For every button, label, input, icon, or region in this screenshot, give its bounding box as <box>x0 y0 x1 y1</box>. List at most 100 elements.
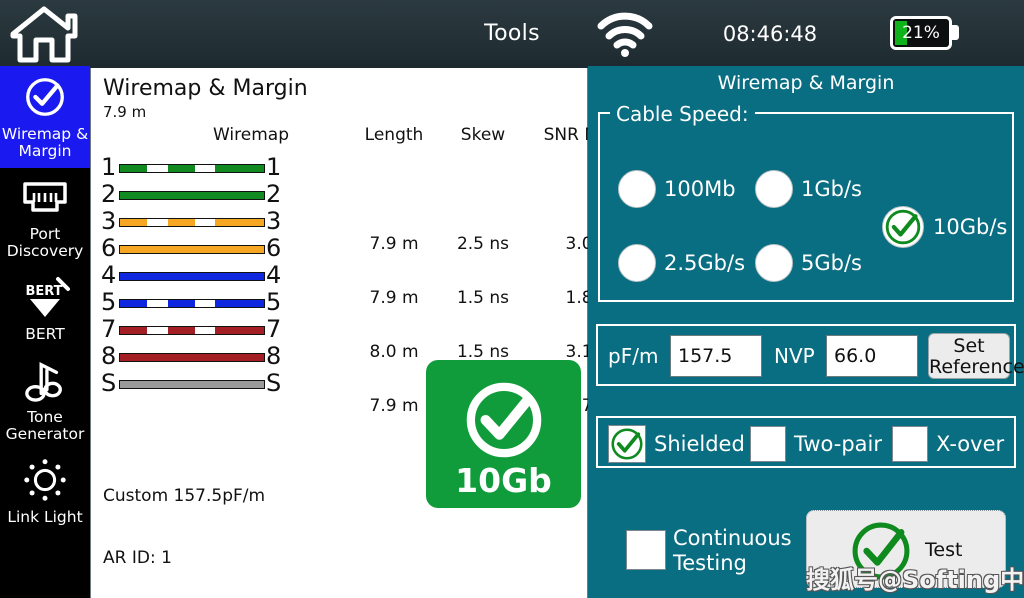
custom-capacitance-label: Custom 157.5pF/m <box>103 486 266 506</box>
wire-segment <box>167 300 195 307</box>
wire-bar <box>119 272 265 281</box>
radio-1gbs[interactable] <box>755 170 793 208</box>
measurement-length: 8.0 m <box>369 342 419 362</box>
wire-segment <box>194 165 216 172</box>
clock: 08:46:48 <box>722 22 818 46</box>
radio-label-2-5gbs: 2.5Gb/s <box>664 251 746 275</box>
column-header-skew: Skew <box>460 125 506 145</box>
wire-number-right: 2 <box>266 180 282 208</box>
wire-number-right: S <box>266 369 282 397</box>
wire-number-right: 8 <box>266 342 282 370</box>
wire-segment <box>120 273 264 280</box>
watermark: 搜狐号@Softing中国 <box>806 566 1024 594</box>
checkbox-label-shielded: Shielded <box>654 432 745 456</box>
measurement-skew: 1.5 ns <box>456 288 510 308</box>
ar-id-label: AR ID: 1 <box>103 548 172 568</box>
wire-bar <box>119 191 265 200</box>
wire-number-left: 3 <box>101 207 117 235</box>
wire-number-left: 6 <box>101 234 117 262</box>
wiremap-panel: Wiremap & Margin 7.9 m Wiremap Length Sk… <box>90 68 642 598</box>
battery-label: 21% <box>902 23 940 43</box>
wire-number-left: 8 <box>101 342 117 370</box>
wiremap-row: 77 <box>91 315 589 345</box>
wire-bar <box>119 380 265 389</box>
sidebar-item-link-light[interactable]: Link Light <box>0 451 90 534</box>
wire-segment <box>120 165 148 172</box>
sidebar-item-port-discovery[interactable]: Port Discovery <box>0 168 90 268</box>
settings-panel: Wiremap & Margin Cable Speed: 100Mb 1Gb/… <box>588 68 1024 598</box>
column-header-length: Length <box>364 125 424 145</box>
sidebar-item-wiremap-margin[interactable]: Wiremap & Margin <box>0 68 90 168</box>
wire-segment <box>120 354 264 361</box>
measurement-length: 7.9 m <box>369 288 419 308</box>
wire-segment <box>120 327 148 334</box>
wire-segment <box>120 381 264 388</box>
ethernet-port-icon <box>0 168 90 226</box>
wire-number-right: 3 <box>266 207 282 235</box>
nvp-field[interactable]: 66.0 <box>826 335 918 377</box>
check-circle-icon <box>0 68 90 126</box>
check-circle-icon <box>611 428 643 460</box>
wire-number-right: 4 <box>266 261 282 289</box>
wire-number-left: 5 <box>101 288 117 316</box>
wiremap-subtitle: 7.9 m <box>103 103 147 121</box>
radio-5gbs[interactable] <box>755 244 793 282</box>
checkbox-x-over[interactable] <box>892 426 928 462</box>
wiremap-row: 11 <box>91 153 589 183</box>
wire-segment <box>120 246 264 253</box>
sidebar-item-tone-generator[interactable]: Tone Generator <box>0 351 90 451</box>
wiremap-row: 33 <box>91 207 589 237</box>
check-circle-icon <box>885 209 921 245</box>
pfm-field[interactable]: 157.5 <box>670 335 762 377</box>
cable-speed-legend: Cable Speed: <box>610 102 755 126</box>
wiremap-row: 44 <box>91 261 589 291</box>
wiremap-row: 22 <box>91 180 589 210</box>
wire-segment <box>194 300 216 307</box>
sidebar-item-label: Tone Generator <box>5 408 85 443</box>
pfm-label: pF/m <box>608 344 659 368</box>
checkbox-label-continuous-testing: Continuous Testing <box>673 526 792 575</box>
reference-group: pF/m 157.5 NVP 66.0 Set Reference <box>596 324 1024 386</box>
wire-number-left: 4 <box>101 261 117 289</box>
wire-segment <box>167 219 195 226</box>
wire-segment <box>215 165 264 172</box>
wire-segment <box>194 219 216 226</box>
wiremap-title: Wiremap & Margin <box>103 76 308 101</box>
wire-segment <box>120 192 264 199</box>
sidebar-item-label: BERT <box>25 325 65 343</box>
checkbox-two-pair[interactable] <box>750 426 786 462</box>
radio-label-5gbs: 5Gb/s <box>801 251 862 275</box>
wire-segment <box>194 327 216 334</box>
measurement-length: 7.9 m <box>369 234 419 254</box>
radio-label-1gbs: 1Gb/s <box>801 177 862 201</box>
music-note-icon <box>0 351 90 409</box>
settings-panel-title: Wiremap & Margin <box>717 72 895 94</box>
radio-label-10gbs: 10Gb/s <box>933 215 1008 239</box>
wire-bar <box>119 299 265 308</box>
nvp-label: NVP <box>774 344 815 368</box>
checkbox-continuous-testing[interactable] <box>626 530 666 570</box>
cable-speed-group: Cable Speed: 100Mb 1Gb/s 2.5Gb/s 5Gb/s 1… <box>598 102 1014 302</box>
sidebar-item-label: Link Light <box>7 508 83 526</box>
radio-2-5gbs[interactable] <box>618 244 656 282</box>
wire-number-left: 7 <box>101 315 117 343</box>
radio-100mb[interactable] <box>618 170 656 208</box>
wire-number-left: 2 <box>101 180 117 208</box>
sidebar-item-bert[interactable]: BERT BERT <box>0 268 90 351</box>
wire-segment <box>120 219 148 226</box>
wire-number-left: 1 <box>101 153 117 181</box>
wire-segment <box>147 219 168 226</box>
wire-segment <box>147 165 168 172</box>
wire-number-right: 1 <box>266 153 282 181</box>
checkbox-shielded[interactable] <box>608 425 646 463</box>
wire-bar <box>119 218 265 227</box>
wire-segment <box>215 219 264 226</box>
status-badge-label: 10Gb <box>455 461 552 500</box>
radio-10gbs[interactable] <box>882 206 924 248</box>
check-circle-icon <box>426 374 581 466</box>
wire-bar <box>119 164 265 173</box>
wire-segment <box>167 165 195 172</box>
battery-cap-icon <box>952 25 959 40</box>
wire-number-right: 6 <box>266 234 282 262</box>
set-reference-button[interactable]: Set Reference <box>928 333 1024 379</box>
